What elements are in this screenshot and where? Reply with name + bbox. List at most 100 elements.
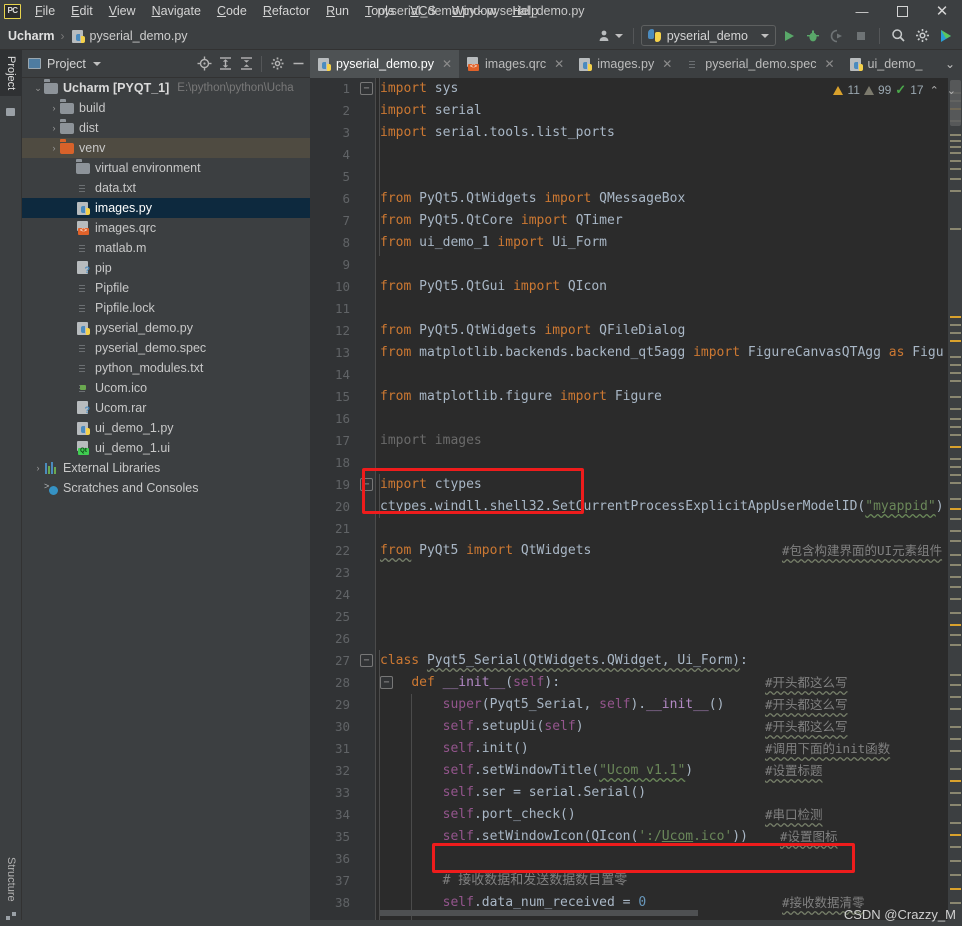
code-editor[interactable]: 1− import sys 2 import serial 3 import serial… [310,78,962,926]
menu-item-edit[interactable]: Edit [63,0,101,22]
tree-row[interactable]: Pipfile [22,278,310,298]
tree-row[interactable]: matlab.m [22,238,310,258]
tree-row[interactable]: >_ Scratches and Consoles [22,478,310,498]
tool-window-structure[interactable]: Structure [0,851,22,908]
error-stripe-mark [950,874,961,876]
run-icon[interactable] [778,25,800,47]
editor-tab-images-py[interactable]: images.py ✕ [571,50,679,78]
close-tab-icon[interactable]: ✕ [442,57,452,71]
chevron-right-icon[interactable]: › [32,463,44,473]
line-number: 35 [334,829,350,844]
hide-icon[interactable] [290,56,306,72]
code-line: 33 self.ser = serial.Serial() [310,782,962,804]
tool-window-project[interactable]: Project [0,50,22,97]
menu-item-run[interactable]: Run [318,0,357,22]
tree-row[interactable]: python_modules.txt [22,358,310,378]
search-icon[interactable] [887,25,909,47]
tree-row[interactable]: images.py [22,198,310,218]
menu-item-view[interactable]: View [101,0,144,22]
minimize-button[interactable]: — [842,0,882,22]
next-problem-button[interactable]: ⌄ [945,84,958,97]
chevron-down-icon[interactable] [92,61,101,66]
code-line: 6 from PyQt5.QtWidgets import QMessageBox [310,188,962,210]
project-panel-title: Project [47,56,86,71]
tree-row[interactable]: virtual environment [22,158,310,178]
expand-all-icon[interactable] [217,56,233,72]
code-text: from PyQt5 import QtWidgets [380,543,592,558]
menu-item-file[interactable]: File [27,0,63,22]
tree-row[interactable]: pyserial_demo.py [22,318,310,338]
tree-row[interactable]: ? Ucom.rar [22,398,310,418]
chevron-right-icon[interactable]: › [48,143,60,153]
breadcrumb-project[interactable]: Ucharm [8,29,55,43]
close-button[interactable]: ✕ [922,0,962,22]
inline-comment: #开头都这么写 [765,697,848,712]
typo-icon: ✓ [895,82,907,97]
error-stripe-mark [950,564,961,566]
library-icon [44,461,58,475]
error-stripe-mark [950,860,961,862]
error-stripe-mark [950,434,961,436]
editor-tab-pyserial-demo-spec[interactable]: pyserial_demo.spec ✕ [679,50,841,78]
code-line: 13 from matplotlib.backends.backend_qt5ag… [310,342,962,364]
locate-icon[interactable] [196,56,212,72]
code-fold-toggle[interactable]: − [360,478,373,491]
stop-icon[interactable] [850,25,872,47]
collapse-all-icon[interactable] [238,56,254,72]
folder-icon [60,121,74,135]
tree-row[interactable]: data.txt [22,178,310,198]
menu-item-code[interactable]: Code [209,0,255,22]
menu-item-refactor[interactable]: Refactor [255,0,318,22]
project-tree[interactable]: ⌄ Ucharm [PYQT_1] E:\python\python\Ucha › bu… [22,78,310,926]
close-tab-icon[interactable]: ✕ [824,57,834,71]
error-stripe-scrollbar[interactable] [948,78,962,926]
code-text: import serial.tools.list_ports [380,125,615,140]
previous-problem-button[interactable]: ⌃ [928,84,941,97]
error-stripe-mark [950,190,961,192]
code-fold-toggle[interactable]: − [360,654,373,667]
tree-row[interactable]: ⌄ Ucharm [PYQT_1] E:\python\python\Ucha [22,78,310,98]
tree-row[interactable]: › build [22,98,310,118]
folder-icon [60,101,74,115]
tree-row[interactable]: ui_demo_1.py [22,418,310,438]
error-stripe-mark [950,576,961,578]
tree-row[interactable]: Pipfile.lock [22,298,310,318]
editor-tab-images-qrc[interactable]: <> images.qrc ✕ [459,50,571,78]
code-line: 23 [310,562,962,584]
error-stripe-mark [950,804,961,806]
tree-row[interactable]: › External Libraries [22,458,310,478]
user-icon[interactable] [595,25,626,47]
editor-tab-ui-demo-[interactable]: ui_demo_ [842,50,930,78]
tree-row[interactable]: Qt ui_demo_1.ui [22,438,310,458]
tree-row[interactable]: › venv [22,138,310,158]
chevron-right-icon[interactable]: › [48,103,60,113]
tree-row[interactable]: Ucom.ico [22,378,310,398]
code-text: super(Pyqt5_Serial, self).__init__() [442,697,725,712]
updates-icon[interactable] [935,25,957,47]
coverage-icon[interactable] [826,25,848,47]
breadcrumb-file[interactable]: pyserial_demo.py [71,29,188,43]
breadcrumb-file-label: pyserial_demo.py [89,28,188,43]
tree-row[interactable]: <> images.qrc [22,218,310,238]
debug-icon[interactable] [802,25,824,47]
editor-tab-pyserial-demo-py[interactable]: pyserial_demo.py ✕ [310,50,460,78]
code-fold-toggle[interactable]: − [360,82,373,95]
tab-overflow-chevron-down-icon[interactable]: ⌄ [938,50,962,78]
close-tab-icon[interactable]: ✕ [554,57,564,71]
chevron-down-icon[interactable]: ⌄ [32,83,44,94]
run-configuration-selector[interactable]: pyserial_demo [640,25,776,46]
error-stripe-mark [950,446,961,448]
tree-row[interactable]: › dist [22,118,310,138]
tree-row[interactable]: pyserial_demo.spec [22,338,310,358]
gear-icon[interactable] [911,25,933,47]
menu-item-navigate[interactable]: Navigate [144,0,209,22]
tree-row[interactable]: ? pip [22,258,310,278]
code-line: 16 [310,408,962,430]
gear-icon[interactable] [269,56,285,72]
breadcrumb-separator: › [60,28,65,43]
maximize-button[interactable] [882,0,922,22]
chevron-right-icon[interactable]: › [48,123,60,133]
title-bar: PC File Edit View Navigate Code Refactor Run To… [0,0,962,22]
close-tab-icon[interactable]: ✕ [662,57,672,71]
code-text: class Pyqt5_Serial(QtWidgets.QWidget, Ui… [380,653,748,668]
